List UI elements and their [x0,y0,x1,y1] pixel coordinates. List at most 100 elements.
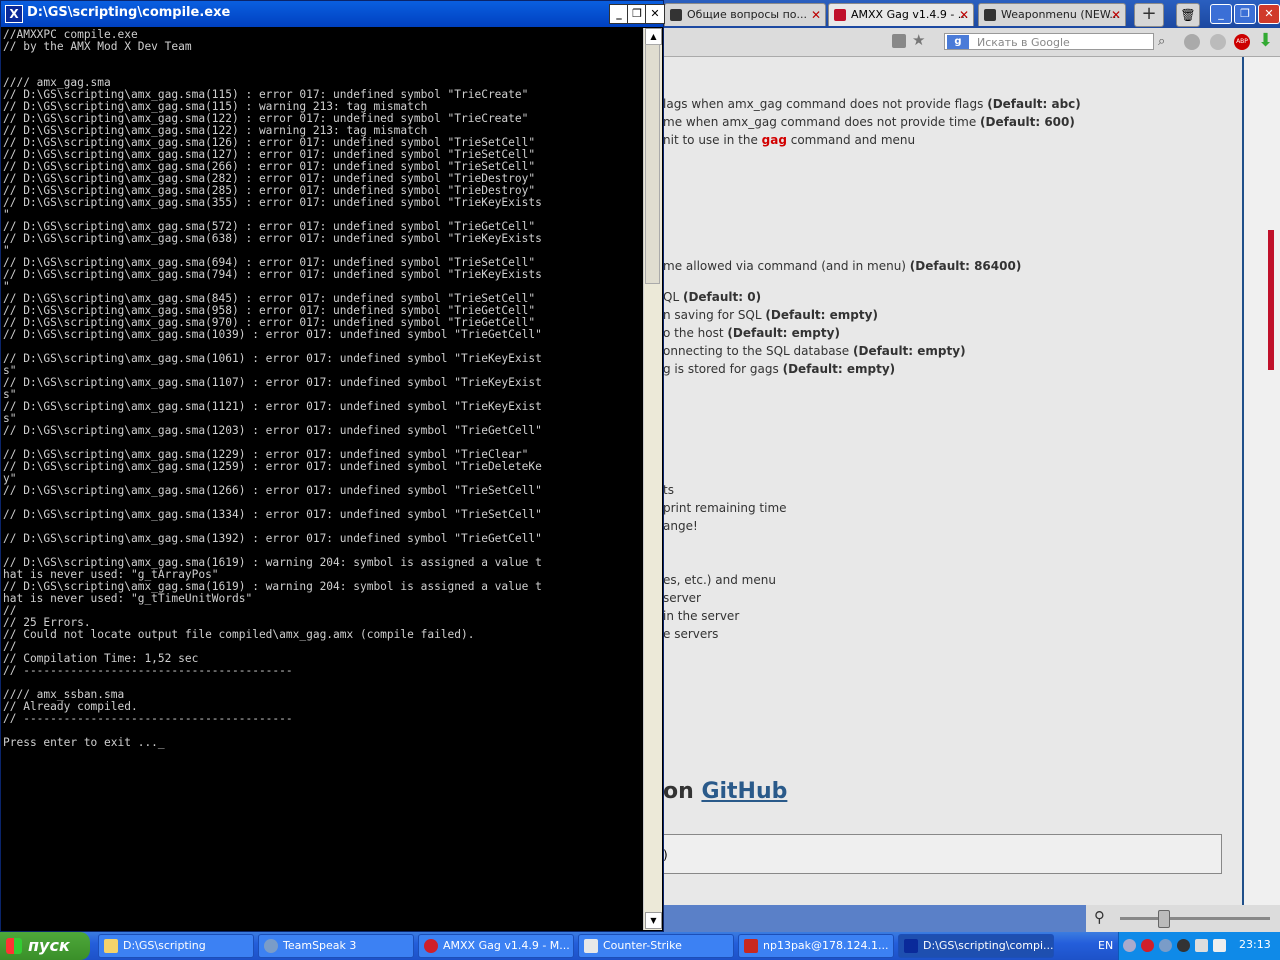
forum-favicon-icon [670,9,682,21]
search-placeholder: Искать в Google [977,36,1070,49]
feature-line: es, etc.) and menu [663,573,776,587]
adblock-icon[interactable]: ABP [1234,34,1250,50]
tab-weaponmenu[interactable]: Weaponmenu (NEW... ✕ [978,3,1126,26]
restore-icon[interactable]: ❐ [1234,4,1256,24]
code-box: ) [660,834,1222,874]
task-filezilla[interactable]: np13pak@178.124.1... [738,934,894,958]
console-line: // D:\GS\scripting\amx_gag.sma(1392) : e… [3,532,542,545]
task-label: np13pak@178.124.1... [763,939,889,952]
language-indicator[interactable]: EN [1098,939,1113,952]
steam-icon[interactable] [1177,939,1190,952]
tab-label: Weaponmenu (NEW... [1001,8,1120,21]
task-compile-console[interactable]: D:\GS\scripting\compi... [898,934,1054,958]
search-input[interactable]: g Искать в Google [944,33,1154,50]
github-link[interactable]: GitHub [701,779,787,804]
console-line: // D:\GS\scripting\amx_gag.sma(1203) : e… [3,424,542,437]
console-line: // D:\GS\scripting\amx_gag.sma(1266) : e… [3,484,542,497]
zoom-slider[interactable] [1120,917,1270,920]
console-line: // D:\GS\scripting\amx_gag.sma(638) : er… [3,232,542,245]
config-line: o the host (Default: empty) [663,326,840,340]
scrollbar-thumb[interactable] [645,44,660,284]
scroll-up-icon[interactable]: ▲ [645,28,662,45]
tab-close-icon[interactable]: ✕ [1111,4,1121,26]
display-icon[interactable] [1213,939,1226,952]
start-button[interactable]: пуск [0,932,90,960]
task-label: AMXX Gag v1.4.9 - M... [443,939,570,952]
globe-icon[interactable] [1210,34,1226,50]
close-icon[interactable]: ✕ [1258,4,1280,24]
forum-favicon-icon [984,9,996,21]
browser-window: Общие вопросы по... ✕ AMXX Gag v1.4.9 - … [660,0,1280,932]
trash-icon[interactable]: 🗑 [1176,3,1200,27]
browser-tab-bar: Общие вопросы по... ✕ AMXX Gag v1.4.9 - … [660,0,1280,28]
console-line: // D:\GS\scripting\amx_gag.sma(1107) : e… [3,376,542,389]
close-icon[interactable]: ✕ [645,4,665,24]
bookmark-star-icon[interactable]: ★ [912,31,925,49]
task-opera[interactable]: AMXX Gag v1.4.9 - M... [418,934,574,958]
opera-icon[interactable] [1141,939,1154,952]
new-tab-button[interactable]: + [1134,3,1164,27]
console-output[interactable]: //AMXXPC compile.exe// by the AMX Mod X … [3,29,643,929]
console-line: // D:\GS\scripting\amx_gag.sma(1259) : e… [3,460,542,473]
console-line: // D:\GS\scripting\amx_gag.sma(794) : er… [3,268,542,281]
task-label: D:\GS\scripting [123,939,206,952]
task-label: D:\GS\scripting\compi... [923,939,1054,952]
google-icon[interactable]: g [947,35,969,49]
tab-close-icon[interactable]: ✕ [959,4,969,26]
task-counter-strike[interactable]: Counter-Strike [578,934,734,958]
console-scrollbar[interactable]: ▲ ▼ [643,28,662,930]
teamspeak-icon[interactable] [1159,939,1172,952]
network-icon[interactable] [1123,939,1136,952]
info-icon[interactable] [1184,34,1200,50]
zoom-slider-handle[interactable] [1158,910,1170,928]
zoom-control: ⚲ [1086,905,1280,932]
feature-line: ange! [663,519,698,533]
page-scrollbar-thumb[interactable] [1268,230,1274,370]
minimize-icon[interactable]: _ [609,4,629,24]
feature-line: ts [663,483,674,497]
console-line: // -------------------------------------… [3,712,293,725]
filezilla-icon [744,939,758,953]
zoom-icon[interactable]: ⚲ [1094,908,1105,926]
console-line: // D:\GS\scripting\amx_gag.sma(1334) : e… [3,508,542,521]
console-line: hat is never used: "g_tTimeUnitWords" [3,592,253,605]
console-line: // [3,604,17,617]
folder-icon [104,939,118,953]
tab-label: Общие вопросы по... [687,8,807,21]
tab-amxx-gag[interactable]: AMXX Gag v1.4.9 - ... ✕ [828,3,974,26]
config-line: n saving for SQL (Default: empty) [663,308,878,322]
minimize-icon[interactable]: _ [1210,4,1232,24]
tab-close-icon[interactable]: ✕ [811,4,821,26]
rss-icon[interactable] [892,34,906,48]
amxx-favicon-icon [834,9,846,21]
restore-icon[interactable]: ❐ [627,4,647,24]
scroll-down-icon[interactable]: ▼ [645,912,662,929]
tab-label: AMXX Gag v1.4.9 - ... [851,8,969,21]
task-label: TeamSpeak 3 [283,939,357,952]
teamspeak-icon [264,939,278,953]
console-line: // D:\GS\scripting\amx_gag.sma(1061) : e… [3,352,542,365]
task-teamspeak[interactable]: TeamSpeak 3 [258,934,414,958]
console-title-bar[interactable]: X D:\GS\scripting\compile.exe _ ❐ ✕ [1,1,665,27]
download-arrow-icon[interactable]: ⬇ [1258,30,1273,51]
feature-line: in the server [663,609,740,623]
feature-line: print remaining time [663,501,787,515]
volume-icon[interactable] [1195,939,1208,952]
console-line: // -------------------------------------… [3,664,293,677]
tab-general-questions[interactable]: Общие вопросы по... ✕ [664,3,826,26]
console-line: // D:\GS\scripting\amx_gag.sma(355) : er… [3,196,542,209]
clock: 23:13 [1239,938,1271,951]
console-line: // D:\GS\scripting\amx_gag.sma(1039) : e… [3,328,542,341]
taskbar: пуск D:\GS\scripting TeamSpeak 3 AMXX Ga… [0,932,1280,960]
feature-line: server [663,591,701,605]
windows-logo-icon [6,938,22,954]
search-icon[interactable]: ⌕ [1158,34,1165,49]
config-line: onnecting to the SQL database (Default: … [663,344,966,358]
console-line: // Could not locate output file compiled… [3,628,475,641]
counter-strike-icon [584,939,598,953]
feature-line: e servers [663,627,719,641]
config-line: g is stored for gags (Default: empty) [663,362,896,376]
address-toolbar: ★ g Искать в Google ⌕ ABP ⬇ [660,28,1280,57]
task-explorer[interactable]: D:\GS\scripting [98,934,254,958]
